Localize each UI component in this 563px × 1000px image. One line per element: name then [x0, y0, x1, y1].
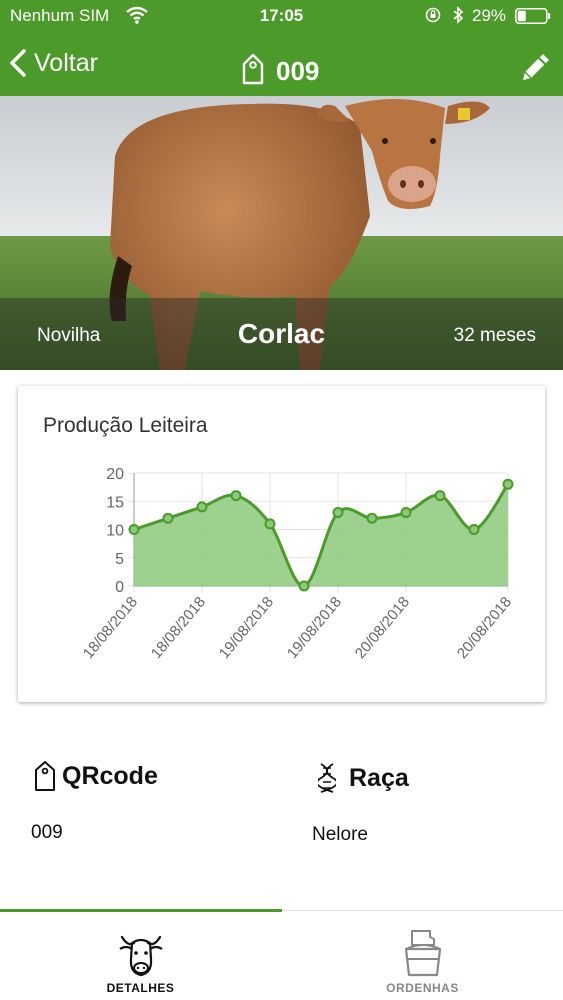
milk-production-card: Produção Leiteira 0 5 10 15 20 18/08/2018 18/0… [18, 386, 545, 702]
cow-icon [119, 935, 163, 977]
data-point [196, 501, 208, 513]
x-tick-label: 19/08/2018 [284, 594, 345, 662]
tab-detalhes[interactable]: DETALHES [0, 911, 281, 1000]
y-tick-label: 0 [115, 579, 124, 596]
data-point [502, 478, 514, 490]
data-point [264, 518, 276, 530]
bottom-tab-bar: DETALHES ORDENHAS [0, 909, 563, 1000]
data-point [162, 512, 174, 524]
breed-value: Nelore [312, 824, 368, 845]
qrcode-value: 009 [31, 822, 63, 843]
animal-hero: Novilha Corlac 32 meses [0, 96, 563, 370]
dna-icon [318, 763, 336, 793]
tag-icon [242, 53, 264, 84]
back-button[interactable]: Voltar [8, 48, 98, 78]
data-point [298, 580, 310, 592]
animal-age: 32 meses [453, 325, 536, 346]
tab-ordenhas[interactable]: ORDENHAS [282, 911, 563, 1000]
rotation-lock-icon [425, 7, 441, 23]
status-bar: Nenhum SIM 17:05 29% [0, 0, 563, 32]
y-tick-label: 15 [106, 494, 124, 511]
tab-detalhes-label: DETALHES [106, 981, 175, 995]
qrcode-label: QRcode [62, 761, 158, 790]
breed-heading: Raça [318, 762, 409, 794]
milk-production-chart: 0510152018/08/2018 18/08/2018 19/08/2018 19… [80, 466, 515, 662]
data-point [230, 490, 242, 502]
y-tick-label: 20 [106, 466, 124, 483]
edit-pencil-icon[interactable] [517, 48, 555, 86]
series-area [134, 484, 508, 587]
tab-ordenhas-label: ORDENHAS [386, 981, 459, 995]
back-label: Voltar [34, 48, 98, 77]
battery-percent: 29% [472, 6, 507, 25]
data-point [128, 524, 140, 535]
data-point [400, 507, 412, 519]
milk-bucket-icon [404, 930, 442, 977]
y-tick-label: 5 [115, 551, 124, 568]
hero-overlay: Novilha Corlac 32 meses [0, 298, 563, 370]
battery-icon [515, 8, 551, 24]
data-point [332, 507, 344, 519]
x-tick-label: 20/08/2018 [352, 594, 413, 662]
x-tick-label: 18/08/2018 [148, 594, 209, 662]
bluetooth-icon [453, 6, 464, 24]
x-tick-label: 19/08/2018 [216, 594, 277, 662]
breed-label: Raça [349, 763, 409, 792]
page-title: 009 [240, 50, 319, 87]
top-bar: Nenhum SIM 17:05 29% Voltar 009 [0, 0, 563, 96]
chevron-left-icon [10, 49, 26, 77]
navigation-bar: Voltar 009 [0, 40, 563, 96]
x-tick-label: 20/08/2018 [454, 594, 515, 662]
animal-id-title: 009 [276, 56, 320, 86]
tag-icon [35, 761, 55, 791]
data-point [434, 490, 446, 502]
data-point [366, 512, 378, 524]
data-point [468, 524, 480, 535]
qrcode-heading: QRcode [34, 760, 158, 792]
x-tick-label: 18/08/2018 [80, 594, 141, 662]
y-tick-label: 10 [106, 523, 124, 540]
